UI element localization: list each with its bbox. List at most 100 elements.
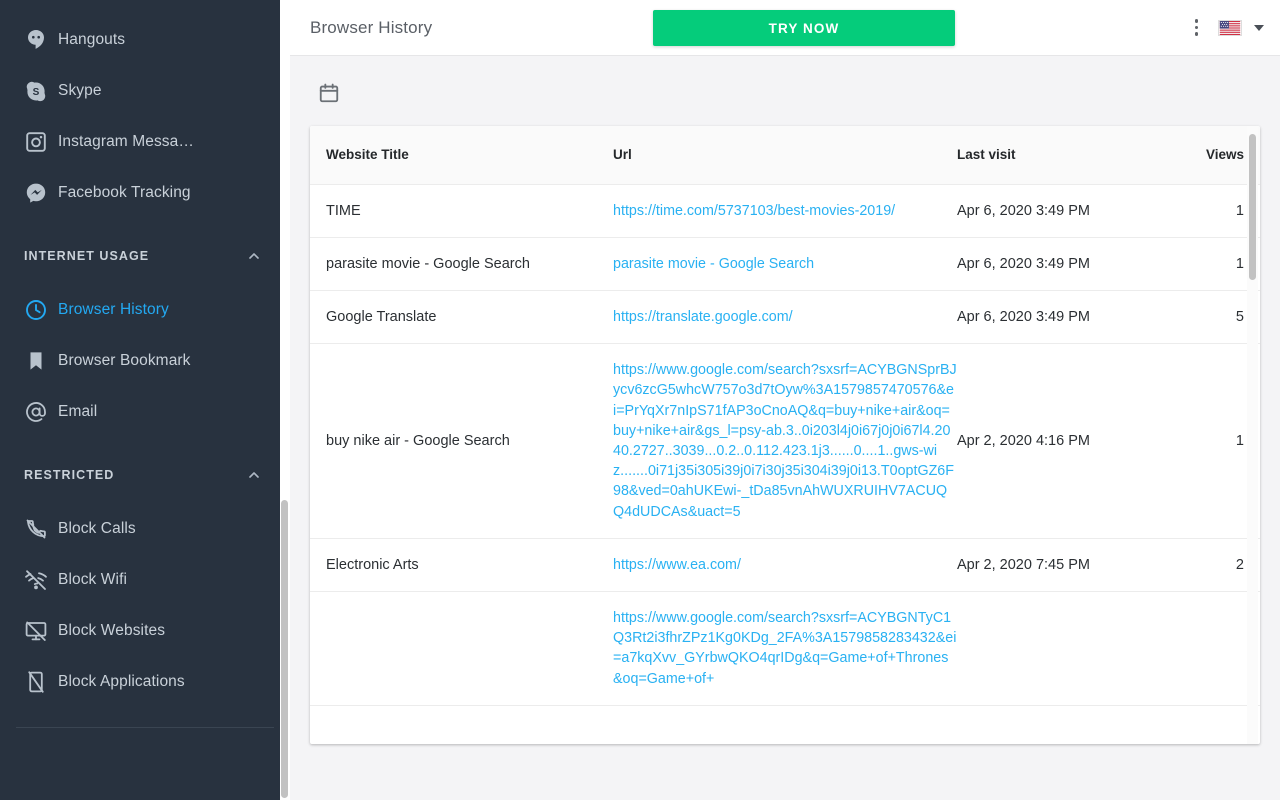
sidebar-item-label: Block Applications bbox=[58, 672, 185, 690]
try-now-button[interactable]: TRY NOW bbox=[653, 10, 955, 46]
cell-views bbox=[1161, 591, 1260, 706]
sidebar-section-title: INTERNET USAGE bbox=[24, 249, 150, 263]
svg-text:S: S bbox=[33, 87, 40, 98]
url-link[interactable]: https://www.google.com/search?sxsrf=ACYB… bbox=[613, 360, 957, 522]
cell-url: https://www.google.com/search?sxsrf=ACYB… bbox=[613, 343, 957, 539]
sidebar-item-label: Block Wifi bbox=[58, 570, 128, 588]
sidebar-scrollbar[interactable] bbox=[280, 0, 290, 800]
sidebar-item-label: Skype bbox=[58, 81, 102, 99]
sidebar-section-internet-usage[interactable]: INTERNET USAGE bbox=[0, 228, 290, 284]
content-area: Website Title Url Last visit Views TIME … bbox=[290, 56, 1280, 800]
sidebar-item-email[interactable]: Email bbox=[0, 386, 290, 437]
cell-website-title: Electronic Arts bbox=[310, 538, 614, 592]
sidebar-item-label: Block Websites bbox=[58, 621, 166, 639]
sidebar-scrollbar-thumb[interactable] bbox=[281, 500, 288, 798]
cell-website-title bbox=[310, 591, 614, 706]
table-scrollbar-thumb[interactable] bbox=[1249, 134, 1256, 280]
topbar-actions bbox=[1189, 15, 1264, 40]
cell-website-title: TIME bbox=[310, 184, 614, 238]
sidebar-item-label: Email bbox=[58, 402, 98, 420]
sidebar-item-browser-bookmark[interactable]: Browser Bookmark bbox=[0, 335, 290, 386]
sidebar-item-instagram-messages[interactable]: Instagram Messa… bbox=[0, 116, 290, 167]
cell-last-visit bbox=[956, 591, 1162, 706]
sidebar-item-block-wifi[interactable]: Block Wifi bbox=[0, 554, 290, 605]
cell-last-visit: Apr 2, 2020 4:16 PM bbox=[956, 343, 1162, 539]
cell-views: 1 bbox=[1161, 184, 1260, 238]
chevron-up-icon[interactable] bbox=[246, 467, 262, 483]
cell-url: https://www.ea.com/ bbox=[613, 538, 957, 592]
table-header-row: Website Title Url Last visit Views bbox=[310, 126, 1260, 185]
url-link[interactable]: https://www.ea.com/ bbox=[613, 555, 741, 575]
column-header-last-visit[interactable]: Last visit bbox=[956, 126, 1162, 185]
sidebar-item-label: Facebook Tracking bbox=[58, 183, 191, 201]
history-table-scroll: Website Title Url Last visit Views TIME … bbox=[310, 126, 1260, 744]
cell-views: 1 bbox=[1161, 343, 1260, 539]
us-flag-icon[interactable] bbox=[1218, 19, 1242, 36]
table-row[interactable]: https://www.google.com/search?sxsrf=ACYB… bbox=[310, 591, 1260, 706]
clock-icon bbox=[14, 298, 58, 322]
main-area: Browser History TRY NOW Website Title Ur… bbox=[290, 0, 1280, 800]
chevron-down-icon[interactable] bbox=[1254, 24, 1264, 31]
cell-website-title: parasite movie - Google Search bbox=[310, 237, 614, 291]
topbar: Browser History TRY NOW bbox=[290, 0, 1280, 56]
table-row[interactable]: Google Translate https://translate.googl… bbox=[310, 290, 1260, 345]
cell-views: 2 bbox=[1161, 538, 1260, 592]
cell-website-title: buy nike air - Google Search bbox=[310, 343, 614, 539]
sidebar-divider bbox=[16, 727, 274, 728]
sidebar-item-hangouts[interactable]: Hangouts bbox=[0, 14, 290, 65]
sidebar-scroll-area: Hangouts S Skype Instagram Messa… Facebo… bbox=[0, 0, 290, 800]
table-scrollbar[interactable] bbox=[1247, 126, 1258, 744]
kebab-menu-icon[interactable] bbox=[1189, 15, 1205, 40]
table-row[interactable]: Electronic Arts https://www.ea.com/ Apr … bbox=[310, 538, 1260, 592]
sidebar-item-label: Browser Bookmark bbox=[58, 351, 191, 369]
phone-off-icon bbox=[14, 517, 58, 541]
sidebar-item-label: Browser History bbox=[58, 300, 169, 318]
table-row[interactable]: TIME https://time.com/5737103/best-movie… bbox=[310, 184, 1260, 238]
hangouts-icon bbox=[14, 28, 58, 52]
url-link[interactable]: https://time.com/5737103/best-movies-201… bbox=[613, 201, 895, 221]
cell-url: parasite movie - Google Search bbox=[613, 237, 957, 291]
table-head: Website Title Url Last visit Views bbox=[310, 126, 1260, 185]
app-root: Hangouts S Skype Instagram Messa… Facebo… bbox=[0, 0, 1280, 800]
wifi-off-icon bbox=[14, 568, 58, 592]
cell-views: 1 bbox=[1161, 237, 1260, 291]
url-link[interactable]: https://www.google.com/search?sxsrf=ACYB… bbox=[613, 608, 957, 689]
monitor-off-icon bbox=[14, 619, 58, 643]
sidebar-section-title: RESTRICTED bbox=[24, 468, 115, 482]
column-header-website-title[interactable]: Website Title bbox=[310, 126, 614, 185]
column-header-url[interactable]: Url bbox=[613, 126, 957, 185]
sidebar-item-facebook-tracking[interactable]: Facebook Tracking bbox=[0, 167, 290, 218]
sidebar: Hangouts S Skype Instagram Messa… Facebo… bbox=[0, 0, 290, 800]
instagram-icon bbox=[14, 130, 58, 154]
history-table-card: Website Title Url Last visit Views TIME … bbox=[310, 126, 1260, 744]
sidebar-item-label: Hangouts bbox=[58, 30, 126, 48]
cell-website-title: Google Translate bbox=[310, 290, 614, 345]
chevron-up-icon[interactable] bbox=[246, 248, 262, 264]
bookmark-icon bbox=[14, 349, 58, 373]
sidebar-item-block-applications[interactable]: Block Applications bbox=[0, 656, 290, 707]
cell-url: https://www.google.com/search?sxsrf=ACYB… bbox=[613, 591, 957, 706]
at-sign-icon bbox=[14, 400, 58, 424]
sidebar-item-label: Block Calls bbox=[58, 519, 136, 537]
sidebar-item-block-websites[interactable]: Block Websites bbox=[0, 605, 290, 656]
column-header-views[interactable]: Views bbox=[1161, 126, 1260, 185]
url-link[interactable]: https://translate.google.com/ bbox=[613, 307, 793, 327]
sidebar-section-restricted[interactable]: RESTRICTED bbox=[0, 447, 290, 503]
cell-url: https://time.com/5737103/best-movies-201… bbox=[613, 184, 957, 238]
url-link[interactable]: parasite movie - Google Search bbox=[613, 254, 814, 274]
cell-last-visit: Apr 6, 2020 3:49 PM bbox=[956, 184, 1162, 238]
sidebar-item-skype[interactable]: S Skype bbox=[0, 65, 290, 116]
skype-icon: S bbox=[14, 79, 58, 103]
messenger-icon bbox=[14, 181, 58, 205]
cell-views: 5 bbox=[1161, 290, 1260, 345]
sidebar-item-label: Instagram Messa… bbox=[58, 132, 194, 150]
table-row[interactable]: buy nike air - Google Search https://www… bbox=[310, 343, 1260, 539]
cell-url: https://translate.google.com/ bbox=[613, 290, 957, 345]
sidebar-item-block-calls[interactable]: Block Calls bbox=[0, 503, 290, 554]
sidebar-item-browser-history[interactable]: Browser History bbox=[0, 284, 290, 335]
cell-last-visit: Apr 6, 2020 3:49 PM bbox=[956, 237, 1162, 291]
page-title: Browser History bbox=[310, 17, 433, 37]
table-row[interactable]: parasite movie - Google Search parasite … bbox=[310, 237, 1260, 291]
calendar-icon[interactable] bbox=[312, 76, 346, 110]
cell-last-visit: Apr 2, 2020 7:45 PM bbox=[956, 538, 1162, 592]
